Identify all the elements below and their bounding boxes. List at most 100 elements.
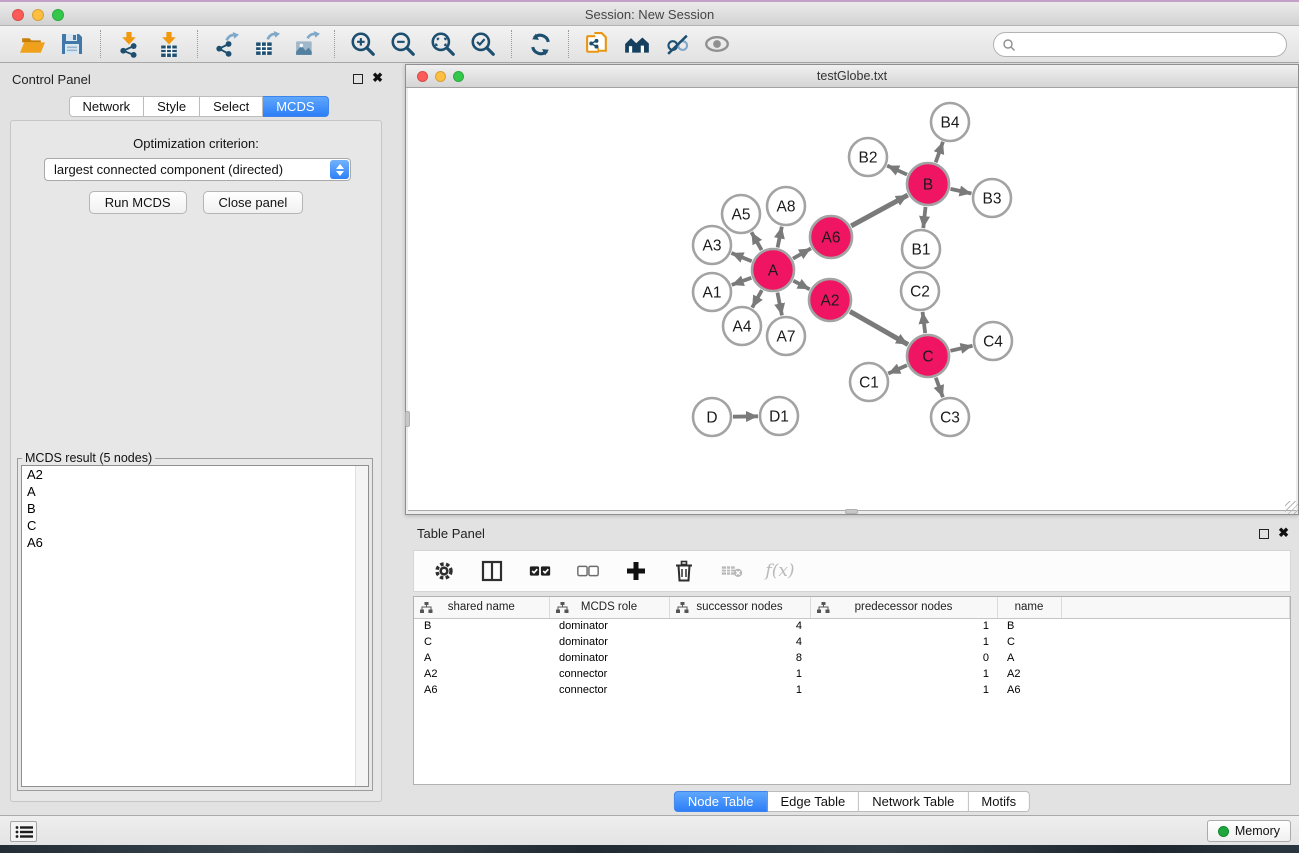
canvas-vscroll-thumb[interactable] (405, 411, 410, 427)
node-C2[interactable]: C2 (901, 272, 939, 310)
table-cell[interactable]: 4 (669, 634, 810, 650)
table-settings-icon[interactable] (432, 558, 456, 584)
node-C4[interactable]: C4 (974, 322, 1012, 360)
resize-grip-icon[interactable] (1285, 501, 1298, 514)
tab-network[interactable]: Network (68, 96, 144, 117)
search-field[interactable] (993, 32, 1287, 57)
table-cell[interactable]: 0 (810, 650, 997, 666)
table-cell[interactable]: A2 (997, 666, 1061, 682)
import-table-icon[interactable] (149, 28, 189, 60)
edge-A-A6[interactable] (793, 248, 811, 258)
edge-C-C3[interactable] (936, 378, 943, 398)
export-image-icon[interactable] (286, 28, 326, 60)
save-session-icon[interactable] (52, 28, 92, 60)
toggle-graphics-details-icon[interactable] (657, 28, 697, 60)
table-row[interactable]: A2connector11A2 (414, 666, 1290, 682)
zoom-fit-icon[interactable] (423, 28, 463, 60)
node-C[interactable]: C (907, 335, 949, 377)
table-cell[interactable]: B (997, 618, 1061, 634)
edge-A2-C[interactable] (850, 311, 908, 344)
duplicate-network-icon[interactable] (577, 28, 617, 60)
node-C3[interactable]: C3 (931, 398, 969, 436)
table-cell[interactable]: 1 (810, 634, 997, 650)
optimization-criterion-dropdown[interactable]: largest connected component (directed) (44, 158, 351, 181)
edge-B-B4[interactable] (936, 142, 943, 163)
tab-network-table[interactable]: Network Table (859, 791, 968, 812)
tab-style[interactable]: Style (144, 96, 200, 117)
node-C1[interactable]: C1 (850, 363, 888, 401)
result-item[interactable]: C (22, 517, 368, 534)
table-cell[interactable]: A6 (997, 682, 1061, 698)
edge-A-A4[interactable] (752, 290, 762, 308)
node-A7[interactable]: A7 (767, 317, 805, 355)
node-B2[interactable]: B2 (849, 138, 887, 176)
table-cell[interactable]: 1 (669, 666, 810, 682)
table-cell[interactable]: C (414, 634, 549, 650)
table-cell[interactable]: B (414, 618, 549, 634)
open-session-icon[interactable] (12, 28, 52, 60)
canvas-hscroll-thumb[interactable] (845, 509, 858, 514)
result-item[interactable]: B (22, 500, 368, 517)
edge-A6-B[interactable] (851, 195, 908, 226)
split-panel-icon[interactable] (480, 558, 504, 584)
node-B1[interactable]: B1 (902, 230, 940, 268)
column-header-mcds-role[interactable]: MCDS role (549, 597, 669, 618)
select-all-checkboxes-icon[interactable] (528, 558, 552, 584)
edge-C-C4[interactable] (950, 346, 972, 351)
edge-A-A3[interactable] (731, 253, 751, 261)
export-network-icon[interactable] (206, 28, 246, 60)
table-cell[interactable]: connector (549, 666, 669, 682)
result-item[interactable]: A6 (22, 534, 368, 551)
node-A5[interactable]: A5 (722, 195, 760, 233)
delete-selected-icon[interactable] (672, 558, 696, 584)
column-header-successor-nodes[interactable]: successor nodes (669, 597, 810, 618)
network-canvas[interactable]: B4B2BB3A8A5A6A3B1AA1C2A2A4A7C4CC1C3DD1 (408, 88, 1296, 511)
tab-edge-table[interactable]: Edge Table (767, 791, 859, 812)
memory-button[interactable]: Memory (1207, 820, 1291, 842)
result-item[interactable]: A2 (22, 466, 368, 483)
tab-mcds[interactable]: MCDS (263, 96, 328, 117)
delete-column-icon[interactable] (720, 558, 744, 584)
node-A1[interactable]: A1 (693, 273, 731, 311)
close-panel-button[interactable]: Close panel (203, 191, 304, 214)
close-table-panel-icon[interactable]: ✖ (1278, 525, 1289, 541)
tab-node-table[interactable]: Node Table (674, 791, 768, 812)
table-cell[interactable]: dominator (549, 618, 669, 634)
node-A3[interactable]: A3 (693, 226, 731, 264)
table-cell[interactable]: 8 (669, 650, 810, 666)
node-D1[interactable]: D1 (760, 397, 798, 435)
home-layout-icon[interactable] (617, 28, 657, 60)
node-A[interactable]: A (752, 249, 794, 291)
table-row[interactable]: Bdominator41B (414, 618, 1290, 634)
table-row[interactable]: Cdominator41C (414, 634, 1290, 650)
float-table-panel-icon[interactable] (1259, 529, 1269, 539)
edge-C-C1[interactable] (888, 365, 907, 373)
table-row[interactable]: Adominator80A (414, 650, 1290, 666)
import-network-icon[interactable] (109, 28, 149, 60)
search-input[interactable] (1020, 35, 1286, 55)
table-cell[interactable]: A6 (414, 682, 549, 698)
table-cell[interactable]: 1 (669, 682, 810, 698)
add-column-icon[interactable] (624, 558, 648, 584)
refresh-view-icon[interactable] (520, 28, 560, 60)
edge-B-B2[interactable] (887, 166, 907, 175)
float-panel-icon[interactable] (353, 74, 363, 84)
zoom-in-icon[interactable] (343, 28, 383, 60)
run-mcds-button[interactable]: Run MCDS (89, 191, 187, 214)
close-panel-icon[interactable]: ✖ (372, 70, 383, 86)
column-header-name[interactable]: name (997, 597, 1061, 618)
node-A8[interactable]: A8 (767, 187, 805, 225)
table-cell[interactable]: C (997, 634, 1061, 650)
result-item[interactable]: A (22, 483, 368, 500)
edge-A-A5[interactable] (751, 232, 761, 250)
result-scrollbar[interactable] (355, 466, 368, 786)
zoom-out-icon[interactable] (383, 28, 423, 60)
table-cell[interactable]: 1 (810, 618, 997, 634)
table-cell[interactable]: 1 (810, 682, 997, 698)
unselect-all-checkboxes-icon[interactable] (576, 558, 600, 584)
table-cell[interactable]: A (997, 650, 1061, 666)
edge-B-B3[interactable] (950, 189, 971, 194)
edge-A-A1[interactable] (732, 278, 752, 285)
tab-motifs[interactable]: Motifs (968, 791, 1030, 812)
show-eye-icon[interactable] (697, 28, 737, 60)
